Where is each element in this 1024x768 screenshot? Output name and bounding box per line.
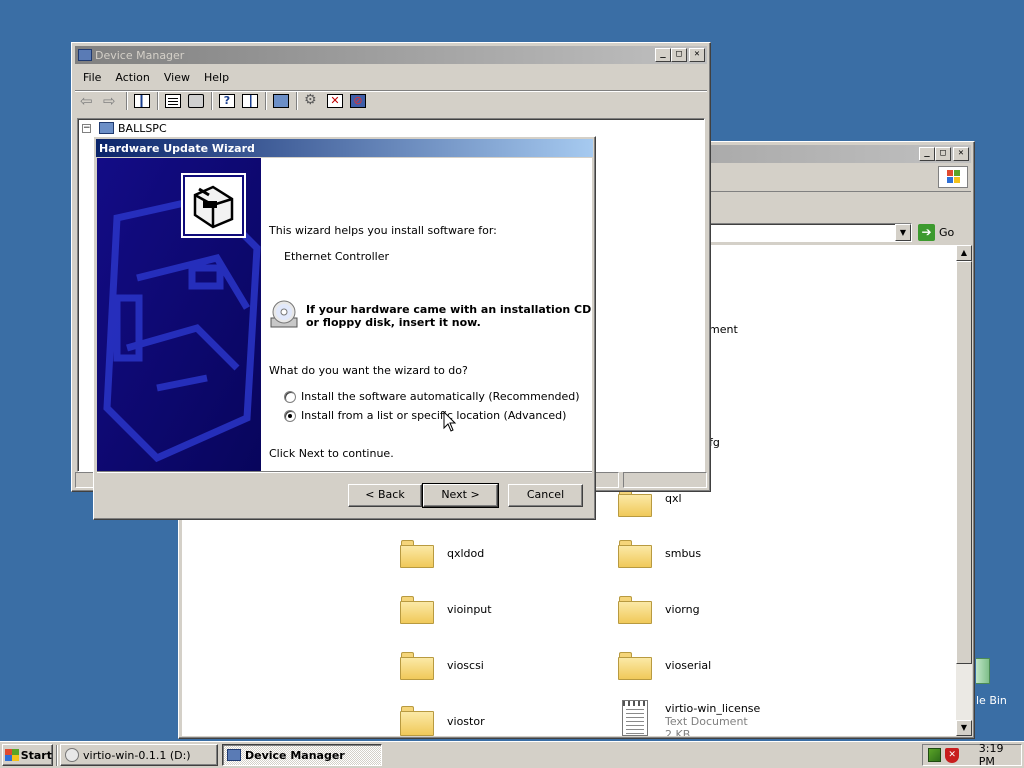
- scroll-down-button[interactable]: ▼: [956, 720, 972, 736]
- address-dropdown-button[interactable]: ▼: [895, 224, 911, 241]
- back-button[interactable]: < Back: [348, 484, 422, 507]
- taskbar: Start virtio-win-0.1.1 (D:) Device Manag…: [0, 741, 1024, 768]
- task-device-manager[interactable]: Device Manager: [222, 744, 382, 766]
- device-name: Ethernet Controller: [284, 250, 389, 263]
- cd-drive-icon: [65, 748, 79, 762]
- scroll-thumb[interactable]: [956, 261, 972, 664]
- option-list-radio[interactable]: Install from a list or specific location…: [284, 409, 566, 422]
- radio-button-selected[interactable]: [284, 409, 296, 422]
- task-explorer[interactable]: virtio-win-0.1.1 (D:): [60, 744, 218, 766]
- cancel-button[interactable]: Cancel: [508, 484, 583, 507]
- maximize-button[interactable]: □: [671, 48, 687, 62]
- file-name: virtio-win_license: [665, 702, 761, 715]
- continue-text: Click Next to continue.: [269, 447, 394, 460]
- menu-bar: File Action View Help: [75, 67, 236, 87]
- disable-device-icon[interactable]: ⊘: [350, 94, 366, 108]
- recycle-bin-icon[interactable]: [976, 658, 990, 684]
- menu-file[interactable]: File: [75, 71, 108, 84]
- view-pane-icon[interactable]: [242, 94, 258, 108]
- close-button[interactable]: ✕: [689, 48, 705, 62]
- option-auto-radio[interactable]: Install the software automatically (Reco…: [284, 390, 580, 403]
- maximize-button[interactable]: □: [935, 147, 951, 161]
- windows-flag-icon: [5, 749, 19, 761]
- help-icon[interactable]: ?: [219, 94, 235, 108]
- window-title: Device Manager: [95, 48, 185, 62]
- minimize-button[interactable]: _: [919, 147, 935, 161]
- task-label: Device Manager: [245, 748, 345, 762]
- menu-view[interactable]: View: [157, 71, 197, 84]
- recycle-bin-label[interactable]: le Bin: [976, 694, 1007, 707]
- wizard-titlebar[interactable]: Hardware Update Wizard: [96, 139, 593, 157]
- network-tray-icon[interactable]: [928, 748, 942, 762]
- wizard-side-banner: [97, 158, 261, 471]
- hardware-update-wizard: Hardware Update Wizard This wizard helps…: [93, 136, 596, 520]
- update-driver-icon[interactable]: ⚙: [304, 93, 320, 108]
- hardware-wizard-icon: [181, 173, 246, 238]
- folder-label[interactable]: vioserial: [665, 659, 711, 672]
- folder-icon[interactable]: [618, 652, 652, 680]
- intro-text: This wizard helps you install software f…: [269, 224, 497, 237]
- folder-label[interactable]: vioscsi: [447, 659, 484, 672]
- system-tray: ✕ 3:19 PM: [922, 742, 1022, 768]
- scroll-up-button[interactable]: ▲: [956, 245, 972, 261]
- mouse-cursor-icon: [443, 411, 457, 432]
- tree-expand-toggle[interactable]: −: [82, 124, 91, 133]
- text-document-icon[interactable]: [622, 700, 648, 736]
- go-arrow-icon: ➔: [918, 223, 935, 241]
- computer-icon: [99, 122, 114, 134]
- uninstall-icon[interactable]: ✕: [327, 94, 343, 108]
- folder-label[interactable]: smbus: [665, 547, 701, 560]
- show-hide-tree-icon[interactable]: [134, 94, 150, 108]
- wizard-title: Hardware Update Wizard: [99, 141, 255, 155]
- scan-hardware-icon[interactable]: [273, 94, 289, 108]
- folder-label[interactable]: vioinput: [447, 603, 492, 616]
- menu-help[interactable]: Help: [197, 71, 236, 84]
- folder-icon[interactable]: [618, 540, 652, 568]
- menu-action[interactable]: Action: [108, 71, 156, 84]
- option-list-label[interactable]: Install from a list or specific location…: [301, 409, 566, 422]
- next-button[interactable]: Next >: [422, 483, 499, 508]
- print-icon[interactable]: [188, 94, 204, 108]
- folder-label[interactable]: qxl: [665, 492, 682, 505]
- folder-label[interactable]: qxldod: [447, 547, 484, 560]
- task-label: virtio-win-0.1.1 (D:): [83, 748, 191, 762]
- device-manager-titlebar[interactable]: Device Manager _ □ ✕: [75, 46, 707, 64]
- folder-icon[interactable]: [400, 596, 434, 624]
- folder-icon[interactable]: [400, 540, 434, 568]
- cd-instruction: If your hardware came with an installati…: [306, 303, 592, 329]
- security-shield-icon[interactable]: ✕: [945, 747, 959, 763]
- folder-label[interactable]: viorng: [665, 603, 700, 616]
- forward-arrow-icon[interactable]: ⇨: [103, 94, 119, 109]
- go-button[interactable]: ➔ Go: [918, 222, 962, 242]
- file-size: 2 KB: [665, 728, 691, 736]
- back-arrow-icon[interactable]: ⇦: [80, 94, 96, 109]
- folder-icon[interactable]: [618, 489, 652, 517]
- start-label: Start: [20, 748, 52, 762]
- file-type: Text Document: [665, 715, 748, 728]
- close-button[interactable]: ✕: [953, 147, 969, 161]
- clock: 3:19 PM: [978, 742, 1004, 768]
- vertical-scrollbar[interactable]: ▲ ▼: [956, 245, 972, 736]
- wizard-content: This wizard helps you install software f…: [261, 158, 592, 471]
- radio-button[interactable]: [284, 390, 296, 403]
- folder-icon[interactable]: [400, 652, 434, 680]
- partial-file-label: ment: [709, 323, 738, 336]
- properties-icon[interactable]: [165, 94, 181, 108]
- minimize-button[interactable]: _: [655, 48, 671, 62]
- license-file-info[interactable]: virtio-win_license Text Document 2 KB: [665, 702, 775, 736]
- option-auto-label[interactable]: Install the software automatically (Reco…: [301, 390, 580, 403]
- tree-root-label[interactable]: BALLSPC: [118, 122, 167, 135]
- folder-icon[interactable]: [400, 706, 434, 736]
- folder-icon[interactable]: [618, 596, 652, 624]
- device-manager-task-icon: [227, 749, 241, 761]
- start-button[interactable]: Start: [2, 744, 53, 766]
- cd-icon: [268, 298, 300, 330]
- question-text: What do you want the wizard to do?: [269, 364, 468, 377]
- windows-logo: [938, 166, 968, 188]
- folder-label[interactable]: viostor: [447, 715, 485, 728]
- device-manager-app-icon: [78, 49, 92, 61]
